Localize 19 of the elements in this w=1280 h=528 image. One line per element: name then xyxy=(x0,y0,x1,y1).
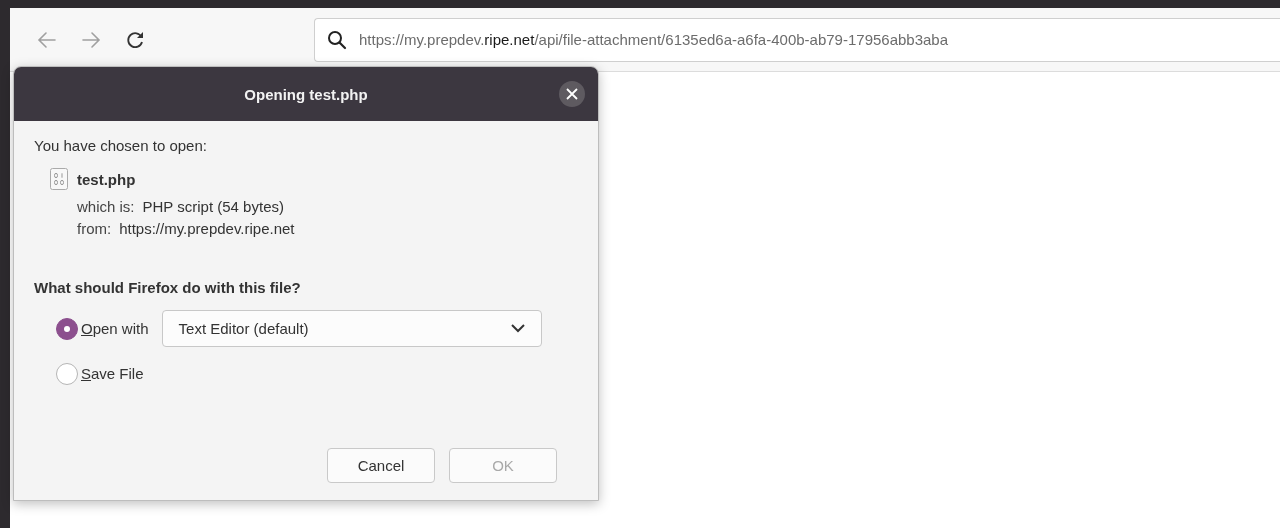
address-bar[interactable]: https://my.prepdev.ripe.net/api/file-attachment/6135ed6a-a6fa-400b-ab79-17956abb3aba xyxy=(314,17,1280,62)
intro-text: You have chosen to open: xyxy=(34,137,208,154)
file-name: test.php xyxy=(77,170,136,188)
radio-option[interactable]: Save File xyxy=(56,362,144,385)
radio-option[interactable]: Open with xyxy=(56,317,149,340)
dialog-title: Opening test.php xyxy=(244,85,368,103)
close-icon xyxy=(566,88,578,100)
url-text: https://my.prepdev.ripe.net/api/file-attachment/6135ed6a-a6fa-400b-ab79-17956abb3aba xyxy=(359,31,949,48)
search-icon xyxy=(327,29,347,50)
detail-value: PHP script (54 bytes) xyxy=(142,198,284,215)
app-dropdown[interactable]: Text Editor (default) xyxy=(161,310,542,347)
question-text: What should Firefox do with this file? xyxy=(34,279,302,296)
cancel-button[interactable]: Cancel xyxy=(327,448,435,483)
binary-file-icon xyxy=(50,168,68,190)
detail-label: which is: xyxy=(77,198,135,215)
detail-value: https://my.prepdev.ripe.net xyxy=(119,220,295,237)
close-button[interactable] xyxy=(559,81,585,107)
chevron-down-icon xyxy=(510,324,525,333)
detail-label: from: xyxy=(77,220,112,237)
